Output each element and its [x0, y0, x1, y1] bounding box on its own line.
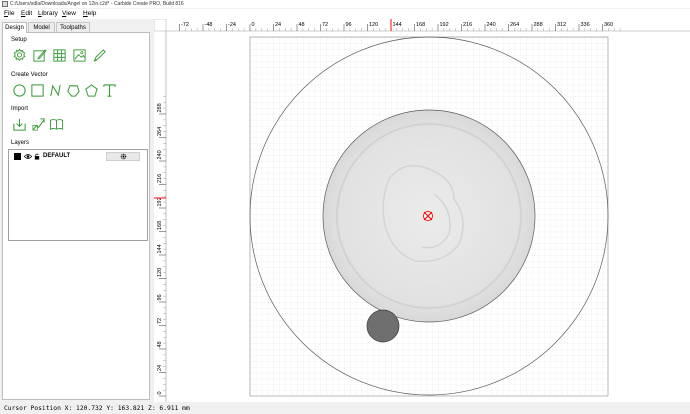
grid-icon[interactable]: [51, 47, 68, 64]
menu-edit[interactable]: Edit: [21, 9, 32, 19]
x-ruler-label: 96: [346, 22, 352, 28]
status-bar: Cursor Position X: 120.732 Y: 163.821 Z:…: [0, 402, 690, 414]
curve-icon[interactable]: [47, 82, 64, 99]
y-ruler-label: 264: [157, 127, 163, 136]
polygon-icon[interactable]: [65, 82, 82, 99]
y-ruler-label: 120: [157, 268, 163, 277]
small-circle-vector[interactable]: [366, 309, 400, 343]
cursor-position-text: Cursor Position X: 120.732 Y: 163.821 Z:…: [4, 405, 190, 412]
x-ruler-label: 192: [440, 22, 449, 28]
tab-bar: Design Model Toolpaths: [2, 22, 152, 33]
canvas-svg[interactable]: -72 -48 -24 0 24 48 72 96 120 144 168 192 216 240 264 2…: [154, 19, 690, 402]
design-panel: Setup Create Vector Import Layers DEFAUL…: [2, 32, 150, 400]
y-ruler-label: 168: [157, 221, 163, 230]
layer-row[interactable]: DEFAULT: [12, 152, 146, 161]
x-ruler-label: -48: [205, 22, 213, 28]
y-ruler-label: 24: [157, 365, 163, 371]
x-ruler-label: -24: [228, 22, 236, 28]
window-title: C:/Users/sdla/Downloads/Angel on 12in.c2…: [10, 1, 184, 7]
tab-design[interactable]: Design: [2, 22, 27, 33]
x-ruler-label: 264: [510, 22, 519, 28]
y-ruler-label: 288: [157, 103, 163, 112]
layers-list: DEFAULT: [8, 149, 148, 241]
section-import-label: Import: [11, 106, 29, 112]
menu-file[interactable]: File: [4, 9, 15, 19]
x-ruler-label: 168: [416, 22, 425, 28]
text-icon[interactable]: [101, 82, 118, 99]
rectangle-icon[interactable]: [29, 82, 46, 99]
menu-library[interactable]: Library: [38, 9, 58, 19]
tab-toolpaths[interactable]: Toolpaths: [56, 22, 90, 32]
edit-vector-icon[interactable]: [31, 47, 48, 64]
section-create-vector-label: Create Vector: [11, 72, 48, 78]
import-icon[interactable]: [11, 116, 28, 133]
x-ruler-label: 0: [252, 22, 255, 28]
pentagon-icon[interactable]: [83, 82, 100, 99]
x-ruler-label: 120: [369, 22, 378, 28]
app-icon: [2, 1, 8, 7]
y-ruler-label: 72: [157, 318, 163, 324]
x-ruler-label: -72: [181, 22, 189, 28]
x-ruler-label: 360: [604, 22, 613, 28]
x-ruler-label: 24: [275, 22, 281, 28]
section-layers-label: Layers: [11, 140, 30, 146]
x-ruler-label: 216: [463, 22, 472, 28]
menu-help[interactable]: Help: [83, 9, 96, 19]
y-ruler-label: 240: [157, 150, 163, 159]
center-marker-icon[interactable]: [423, 211, 433, 221]
image-icon[interactable]: [71, 47, 88, 64]
title-bar: C:/Users/sdla/Downloads/Angel on 12in.c2…: [0, 0, 690, 8]
eye-icon[interactable]: [24, 153, 32, 160]
y-ruler-label: 216: [157, 174, 163, 183]
y-ruler-label: 192: [157, 197, 163, 206]
library-book-icon[interactable]: [48, 116, 65, 133]
tab-model[interactable]: Model: [28, 22, 55, 32]
x-ruler-label: 288: [534, 22, 543, 28]
lock-icon[interactable]: [34, 153, 40, 160]
menu-bar: File Edit Library View Help: [0, 9, 690, 19]
y-ruler-label: 144: [157, 244, 163, 253]
draw-icon[interactable]: [91, 47, 108, 64]
x-ruler-label: 48: [299, 22, 305, 28]
x-ruler-label: 144: [393, 22, 402, 28]
layer-color-swatch[interactable]: [14, 153, 21, 160]
y-ruler-label: 48: [157, 341, 163, 347]
y-ruler-label: 0: [157, 391, 163, 394]
y-ruler-label: 96: [157, 294, 163, 300]
design-canvas[interactable]: -72 -48 -24 0 24 48 72 96 120 144 168 192 216 240 264 2…: [154, 19, 690, 402]
x-ruler-label: 336: [581, 22, 590, 28]
section-setup-label: Setup: [11, 37, 27, 43]
trace-image-icon[interactable]: [30, 116, 47, 133]
x-ruler-label: 312: [557, 22, 566, 28]
left-panel: Design Model Toolpaths Setup Create Vect…: [0, 20, 153, 402]
circle-icon[interactable]: [11, 82, 28, 99]
layer-settings-button[interactable]: [106, 152, 140, 161]
layer-name: DEFAULT: [43, 153, 71, 159]
menu-view[interactable]: View: [62, 9, 76, 19]
x-ruler-label: 72: [322, 22, 328, 28]
gear-icon: [120, 153, 126, 160]
job-setup-icon[interactable]: [11, 47, 28, 64]
x-ruler-label: 240: [487, 22, 496, 28]
